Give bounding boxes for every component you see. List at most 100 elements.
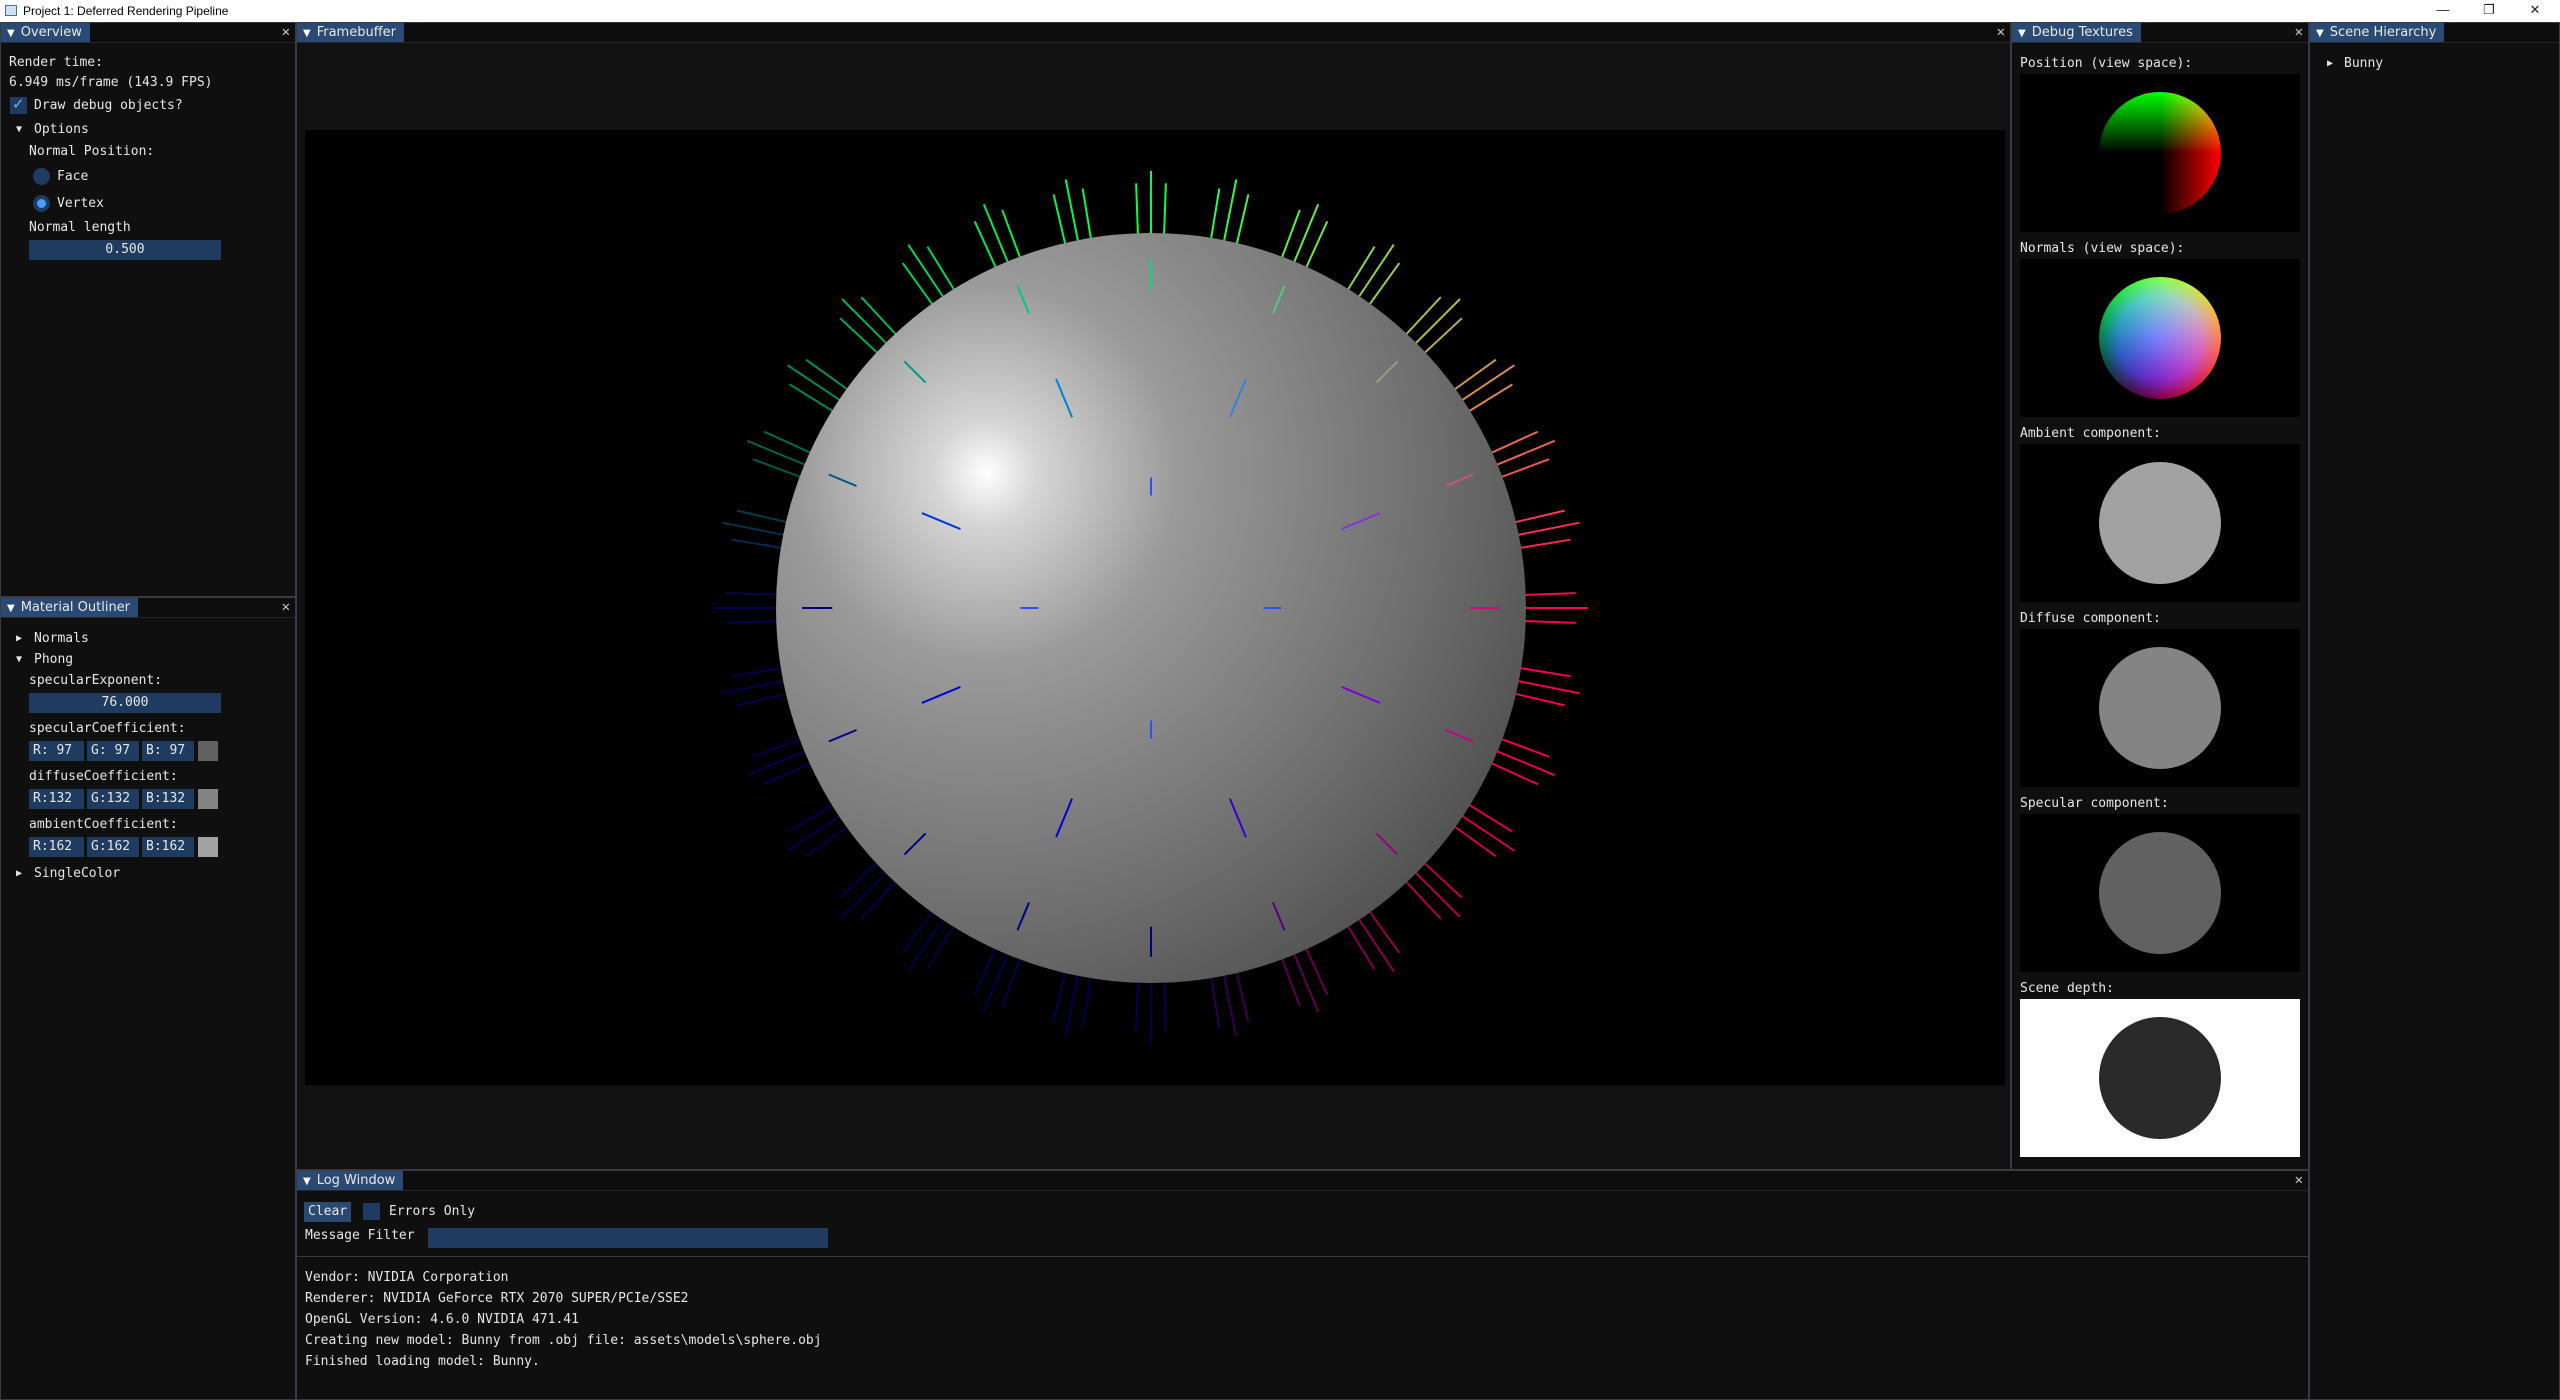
tree-collapsed-icon[interactable]: ▶ <box>16 633 22 644</box>
tree-collapsed-icon[interactable]: ▶ <box>16 868 22 879</box>
collapse-triangle-icon[interactable]: ▼ <box>7 24 15 43</box>
specular-b-field[interactable]: B: 97 <box>142 741 194 761</box>
tab-material-outliner[interactable]: ▼ Material Outliner <box>1 598 139 618</box>
debug-textures-panel: ▼ Debug Textures ✕ Position (view space):… <box>2011 22 2309 1170</box>
material-outliner-header[interactable]: ▼ Material Outliner ✕ <box>1 598 295 618</box>
specular-texture <box>2020 814 2300 972</box>
radio-vertex-label[interactable]: Vertex <box>57 196 104 211</box>
overview-header[interactable]: ▼ Overview ✕ <box>1 23 295 43</box>
tab-scene-hierarchy-label: Scene Hierarchy <box>2329 25 2437 40</box>
window-title-bar: Project 1: Deferred Rendering Pipeline —… <box>0 0 2560 22</box>
render-time-value: 6.949 ms/frame (143.9 FPS) <box>9 75 213 90</box>
tab-overview[interactable]: ▼ Overview <box>1 23 90 42</box>
errors-only-label: Errors Only <box>389 1204 476 1219</box>
ambient-coefficient-label: ambientCoefficient: <box>29 817 178 832</box>
radio-vertex[interactable] <box>33 195 50 212</box>
specular-g-field[interactable]: G: 97 <box>87 741 139 761</box>
close-window-button[interactable]: ✕ <box>2512 0 2558 22</box>
tree-expanded-icon[interactable]: ▼ <box>16 124 22 135</box>
framebuffer-panel: ▼ Framebuffer ✕ <box>296 22 2011 1170</box>
specular-coefficient-label: specularCoefficient: <box>29 721 186 736</box>
ambient-texture-label: Ambient component: <box>2020 426 2161 441</box>
message-filter-input[interactable] <box>428 1228 828 1248</box>
tab-debug-textures[interactable]: ▼ Debug Textures <box>2012 23 2141 42</box>
log-window-header[interactable]: ▼ Log Window ✕ <box>297 1171 2308 1191</box>
radio-face-label[interactable]: Face <box>57 169 88 184</box>
close-icon[interactable]: ✕ <box>2295 1171 2303 1190</box>
collapse-triangle-icon[interactable]: ▼ <box>303 24 311 43</box>
log-window-panel: ▼ Log Window ✕ Clear Errors Only Message … <box>296 1170 2309 1400</box>
draw-debug-checkbox[interactable]: ✓ <box>10 95 27 114</box>
app-icon <box>5 5 17 16</box>
log-output: Vendor: NVIDIA Corporation Renderer: NVI… <box>305 1267 822 1372</box>
framebuffer-header[interactable]: ▼ Framebuffer ✕ <box>297 23 2010 43</box>
message-filter-label: Message Filter <box>305 1228 415 1243</box>
depth-texture-label: Scene depth: <box>2020 981 2114 996</box>
log-line: Finished loading model: Bunny. <box>305 1354 540 1369</box>
normals-texture <box>2020 259 2300 417</box>
normals-texture-label: Normals (view space): <box>2020 241 2185 256</box>
diffuse-b-field[interactable]: B:132 <box>142 789 194 809</box>
ambient-color-swatch[interactable] <box>198 837 218 857</box>
options-node[interactable]: Options <box>34 122 89 137</box>
radio-face[interactable] <box>33 168 50 185</box>
render-time-label: Render time: <box>9 55 103 70</box>
overview-panel: ▼ Overview ✕ Render time: 6.949 ms/frame … <box>0 22 296 597</box>
clear-button[interactable]: Clear <box>304 1202 352 1222</box>
minimize-button[interactable]: — <box>2420 0 2466 22</box>
specular-exponent-field[interactable]: 76.000 <box>29 693 221 713</box>
checkmark-icon: ✓ <box>12 95 25 113</box>
position-texture-label: Position (view space): <box>2020 56 2193 71</box>
normal-length-slider[interactable]: 0.500 <box>29 240 221 260</box>
normal-length-label: Normal length <box>29 220 131 235</box>
tree-expanded-icon[interactable]: ▼ <box>16 654 22 665</box>
tab-framebuffer[interactable]: ▼ Framebuffer <box>297 23 404 42</box>
tab-debug-textures-label: Debug Textures <box>2031 25 2133 40</box>
scene-hierarchy-header[interactable]: ▼ Scene Hierarchy <box>2310 23 2559 43</box>
tab-scene-hierarchy[interactable]: ▼ Scene Hierarchy <box>2310 23 2445 43</box>
ambient-r-field[interactable]: R:162 <box>29 837 84 857</box>
collapse-triangle-icon[interactable]: ▼ <box>303 1172 311 1191</box>
tab-log-window-label: Log Window <box>316 1173 396 1188</box>
specular-color-swatch[interactable] <box>198 741 218 761</box>
collapse-triangle-icon[interactable]: ▼ <box>7 599 15 618</box>
tree-collapsed-icon[interactable]: ▶ <box>2327 58 2333 69</box>
diffuse-g-field[interactable]: G:132 <box>87 789 139 809</box>
diffuse-r-field[interactable]: R:132 <box>29 789 84 809</box>
ambient-b-field[interactable]: B:162 <box>142 837 194 857</box>
depth-texture <box>2020 999 2300 1157</box>
log-divider <box>297 1256 2308 1257</box>
ambient-texture <box>2020 444 2300 602</box>
single-color-node[interactable]: SingleColor <box>34 866 120 881</box>
collapse-triangle-icon[interactable]: ▼ <box>2316 24 2324 43</box>
phong-node[interactable]: Phong <box>34 652 73 667</box>
close-icon[interactable]: ✕ <box>282 23 290 42</box>
position-texture <box>2020 74 2300 232</box>
viewport-canvas <box>714 171 1588 1045</box>
diffuse-color-swatch[interactable] <box>198 789 218 809</box>
sphere-model <box>776 233 1526 983</box>
specular-exponent-label: specularExponent: <box>29 673 163 688</box>
diffuse-texture <box>2020 629 2300 787</box>
tab-overview-label: Overview <box>20 25 82 40</box>
rendered-viewport[interactable] <box>305 130 2005 1085</box>
scene-item-bunny[interactable]: Bunny <box>2344 56 2383 71</box>
close-icon[interactable]: ✕ <box>1997 23 2005 42</box>
log-line: Creating new model: Bunny from .obj file… <box>305 1333 822 1348</box>
specular-texture-label: Specular component: <box>2020 796 2169 811</box>
draw-debug-label: Draw debug objects? <box>34 98 183 113</box>
normal-position-label: Normal Position: <box>29 144 155 159</box>
close-icon[interactable]: ✕ <box>2295 23 2303 42</box>
collapse-triangle-icon[interactable]: ▼ <box>2018 24 2026 43</box>
close-icon[interactable]: ✕ <box>282 598 290 617</box>
debug-textures-header[interactable]: ▼ Debug Textures ✕ <box>2012 23 2308 43</box>
diffuse-coefficient-label: diffuseCoefficient: <box>29 769 178 784</box>
tab-material-outliner-label: Material Outliner <box>20 600 131 615</box>
ambient-g-field[interactable]: G:162 <box>87 837 139 857</box>
normals-node[interactable]: Normals <box>34 631 89 646</box>
specular-r-field[interactable]: R: 97 <box>29 741 84 761</box>
material-outliner-panel: ▼ Material Outliner ✕ ▶ Normals ▼ Phong s… <box>0 597 296 1400</box>
errors-only-checkbox[interactable] <box>363 1203 380 1220</box>
restore-button[interactable]: ❐ <box>2466 0 2512 22</box>
tab-log-window[interactable]: ▼ Log Window <box>297 1171 404 1191</box>
